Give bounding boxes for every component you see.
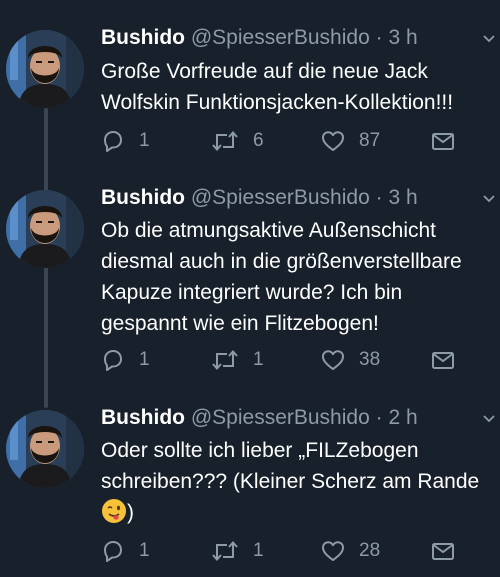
author-name[interactable]: Bushido bbox=[101, 406, 185, 429]
retweet-count: 1 bbox=[253, 349, 264, 370]
retweet-button[interactable]: 1 bbox=[211, 345, 264, 375]
like-button[interactable]: 38 bbox=[321, 345, 380, 375]
timestamp[interactable]: 3 h bbox=[388, 186, 417, 209]
like-count: 38 bbox=[359, 349, 381, 370]
heart-icon bbox=[321, 130, 345, 152]
reply-button[interactable]: 1 bbox=[101, 126, 150, 156]
tweet-actions: 1 1 28 bbox=[101, 536, 471, 566]
like-count: 28 bbox=[359, 540, 381, 561]
chevron-down-icon[interactable] bbox=[482, 192, 496, 206]
reply-count: 1 bbox=[139, 130, 150, 151]
author-name[interactable]: Bushido bbox=[101, 186, 185, 209]
tweet-text-tail: ) bbox=[127, 501, 134, 524]
mail-icon bbox=[431, 131, 455, 151]
tweet-actions: 1 1 38 bbox=[101, 345, 471, 375]
retweet-count: 6 bbox=[253, 130, 264, 151]
reply-button[interactable]: 1 bbox=[101, 345, 150, 375]
like-button[interactable]: 87 bbox=[321, 126, 380, 156]
tweet-text-line: Wolfskin Funktionsjacken-Kollektion!!! bbox=[101, 91, 454, 114]
tweet-header: Bushido @SpiesserBushido · 3 h bbox=[101, 25, 418, 51]
tweet-text-line: Oder sollte ich lieber „FILZebogen bbox=[101, 439, 419, 462]
avatar[interactable] bbox=[6, 30, 84, 108]
tweet-text-line: Große Vorfreude auf die neue Jack bbox=[101, 60, 428, 83]
author-name[interactable]: Bushido bbox=[101, 26, 185, 49]
chevron-down-icon[interactable] bbox=[482, 412, 496, 426]
retweet-icon bbox=[211, 129, 239, 153]
avatar[interactable] bbox=[6, 190, 84, 268]
separator: · bbox=[375, 186, 383, 209]
author-handle[interactable]: @SpiesserBushido bbox=[191, 186, 370, 209]
mail-icon bbox=[431, 541, 455, 561]
heart-icon bbox=[321, 540, 345, 562]
like-button[interactable]: 28 bbox=[321, 536, 380, 566]
winking-face-tongue-emoji bbox=[102, 499, 126, 523]
mail-icon bbox=[431, 350, 455, 370]
tweet-text-line: diesmal auch in die größenverstellbare bbox=[101, 250, 462, 273]
reply-count: 1 bbox=[139, 349, 150, 370]
share-button[interactable] bbox=[431, 345, 455, 375]
reply-icon bbox=[101, 539, 125, 563]
retweet-icon bbox=[211, 539, 239, 563]
share-button[interactable] bbox=[431, 126, 455, 156]
profile-photo bbox=[6, 190, 84, 268]
tweet-text-line: Ob die atmungsaktive Außenschicht bbox=[101, 219, 437, 242]
separator: · bbox=[375, 26, 383, 49]
tweet-text: Große Vorfreude auf die neue Jack Wolfsk… bbox=[101, 56, 496, 118]
avatar[interactable] bbox=[6, 410, 84, 488]
retweet-icon bbox=[211, 348, 239, 372]
timestamp[interactable]: 2 h bbox=[388, 406, 417, 429]
heart-icon bbox=[321, 349, 345, 371]
reply-icon bbox=[101, 348, 125, 372]
chevron-down-icon[interactable] bbox=[482, 32, 496, 46]
tweet-header: Bushido @SpiesserBushido · 3 h bbox=[101, 185, 418, 211]
tweet-text-line: gespannt wie ein Flitzebogen! bbox=[101, 312, 379, 335]
retweet-button[interactable]: 6 bbox=[211, 126, 264, 156]
tweet-text: Oder sollte ich lieber „FILZebogen schre… bbox=[101, 435, 496, 528]
tweet-text-line: ) bbox=[101, 497, 496, 528]
tweet-actions: 1 6 87 bbox=[101, 126, 471, 156]
share-button[interactable] bbox=[431, 536, 455, 566]
reply-icon bbox=[101, 129, 125, 153]
retweet-count: 1 bbox=[253, 540, 264, 561]
reply-button[interactable]: 1 bbox=[101, 536, 150, 566]
author-handle[interactable]: @SpiesserBushido bbox=[191, 26, 370, 49]
tweet-text: Ob die atmungsaktive Außenschicht diesma… bbox=[101, 215, 496, 339]
like-count: 87 bbox=[359, 130, 381, 151]
author-handle[interactable]: @SpiesserBushido bbox=[191, 406, 370, 429]
tweet-header: Bushido @SpiesserBushido · 2 h bbox=[101, 405, 418, 431]
profile-photo bbox=[6, 30, 84, 108]
timestamp[interactable]: 3 h bbox=[388, 26, 417, 49]
profile-photo bbox=[6, 410, 84, 488]
tweet-text-line: Kapuze integriert wurde? Ich bin bbox=[101, 281, 403, 304]
reply-count: 1 bbox=[139, 540, 150, 561]
tweet-text-line: schreiben??? (Kleiner Scherz am Rande bbox=[101, 470, 480, 493]
separator: · bbox=[375, 406, 383, 429]
retweet-button[interactable]: 1 bbox=[211, 536, 264, 566]
